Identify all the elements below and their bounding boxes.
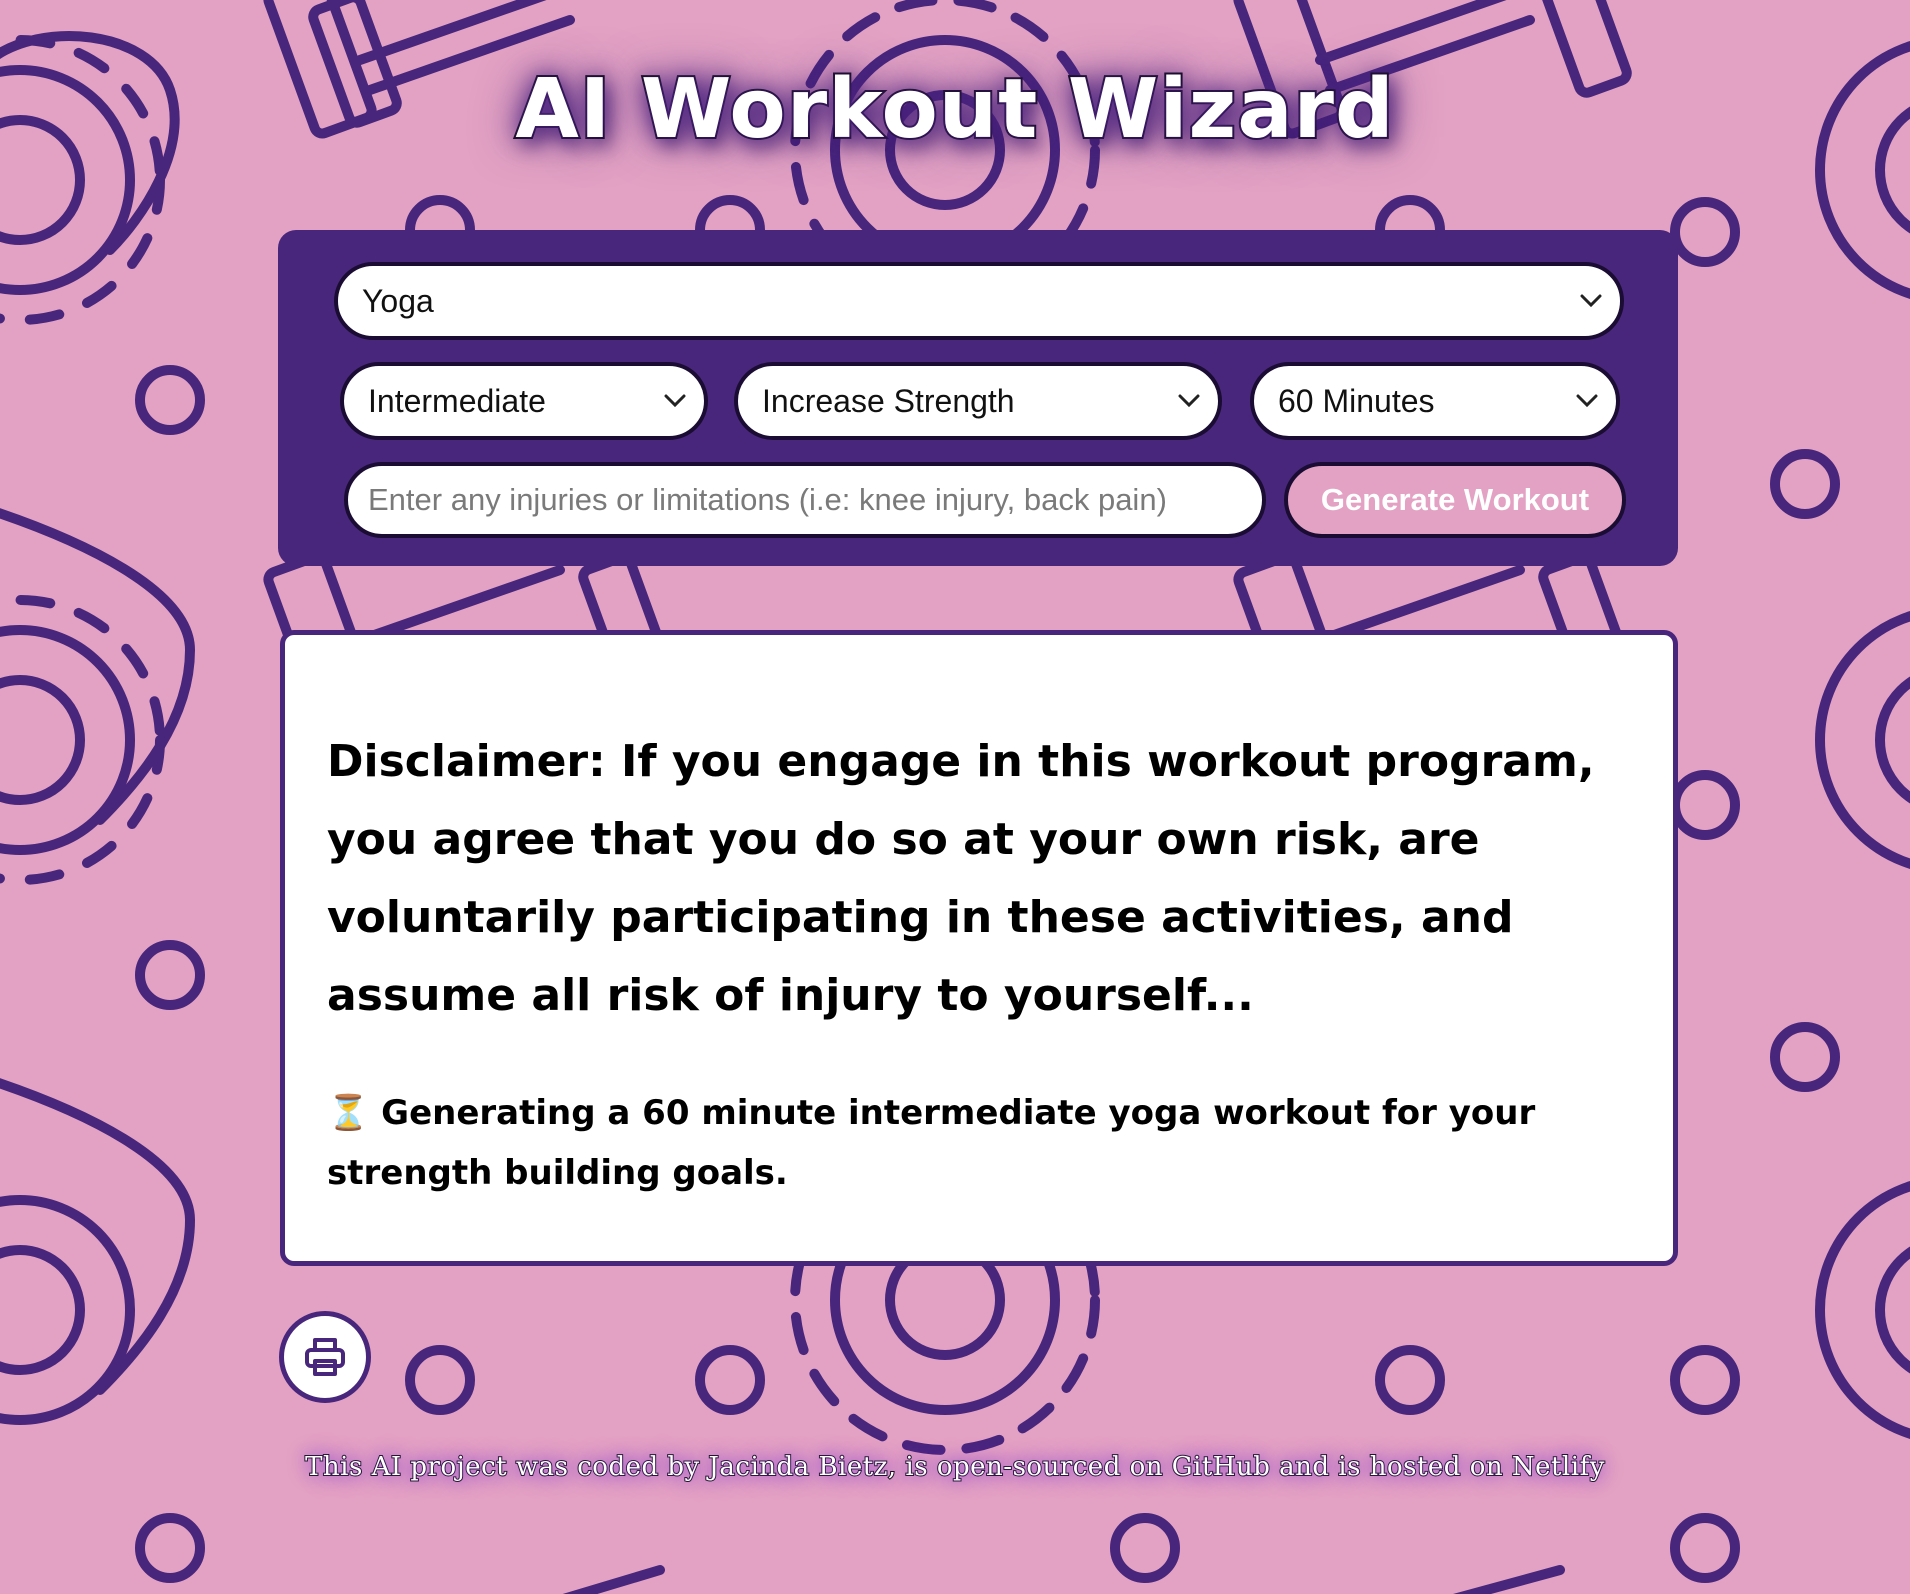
goal-value: Increase Strength bbox=[762, 382, 1015, 419]
ring-icon bbox=[405, 1345, 475, 1415]
injury-input[interactable] bbox=[344, 462, 1266, 538]
print-button[interactable] bbox=[279, 1311, 371, 1403]
footer-credit: This AI project was coded by Jacinda Bie… bbox=[0, 1451, 1910, 1483]
ring-icon bbox=[135, 365, 205, 435]
disclaimer-text: Disclaimer: If you engage in this workou… bbox=[327, 736, 1595, 1021]
ring-icon bbox=[135, 940, 205, 1010]
ring-icon bbox=[1375, 1345, 1445, 1415]
workout-form: Yoga Intermediate Increase Strength 60 M… bbox=[278, 230, 1678, 566]
weight-plate-icon bbox=[1815, 611, 1910, 869]
generate-workout-button[interactable]: Generate Workout bbox=[1284, 462, 1626, 538]
weight-plate-icon bbox=[1815, 1181, 1910, 1439]
ring-icon bbox=[1670, 1345, 1740, 1415]
weight-plate-icon bbox=[0, 1195, 135, 1425]
github-link[interactable]: open-sourced on GitHub bbox=[936, 1451, 1271, 1483]
level-select[interactable]: Intermediate bbox=[340, 362, 708, 440]
footer-middle-2: and is bbox=[1270, 1451, 1370, 1483]
ring-icon bbox=[695, 1345, 765, 1415]
level-value: Intermediate bbox=[368, 382, 546, 419]
chevron-down-icon bbox=[664, 394, 686, 408]
chevron-down-icon bbox=[1576, 394, 1598, 408]
goal-select[interactable]: Increase Strength bbox=[734, 362, 1222, 440]
netlify-link[interactable]: hosted on Netlify bbox=[1369, 1451, 1606, 1483]
author-link[interactable]: Jacinda Bietz bbox=[707, 1451, 888, 1483]
ring-icon bbox=[1770, 449, 1840, 519]
ring-icon bbox=[1110, 1513, 1180, 1583]
app-title: AI Workout Wizard bbox=[513, 60, 1395, 159]
duration-value: 60 Minutes bbox=[1278, 382, 1435, 419]
duration-select[interactable]: 60 Minutes bbox=[1250, 362, 1620, 440]
printer-icon bbox=[305, 1338, 345, 1376]
generating-status: ⏳ Generating a 60 minute intermediate yo… bbox=[327, 1093, 1536, 1193]
workout-type-select[interactable]: Yoga bbox=[334, 262, 1624, 340]
ring-icon bbox=[1670, 770, 1740, 840]
ring-icon bbox=[1670, 1513, 1740, 1583]
weight-plate-icon bbox=[0, 625, 135, 855]
ring-icon bbox=[1670, 197, 1740, 267]
footer-prefix: This AI project was coded by bbox=[304, 1451, 709, 1483]
workout-result-panel: Disclaimer: If you engage in this workou… bbox=[280, 630, 1678, 1266]
chevron-down-icon bbox=[1580, 294, 1602, 308]
chevron-down-icon bbox=[1178, 394, 1200, 408]
ring-icon bbox=[135, 1513, 205, 1583]
footer-middle-1: , is bbox=[887, 1451, 937, 1483]
ring-icon bbox=[1770, 1022, 1840, 1092]
workout-type-value: Yoga bbox=[362, 282, 434, 319]
